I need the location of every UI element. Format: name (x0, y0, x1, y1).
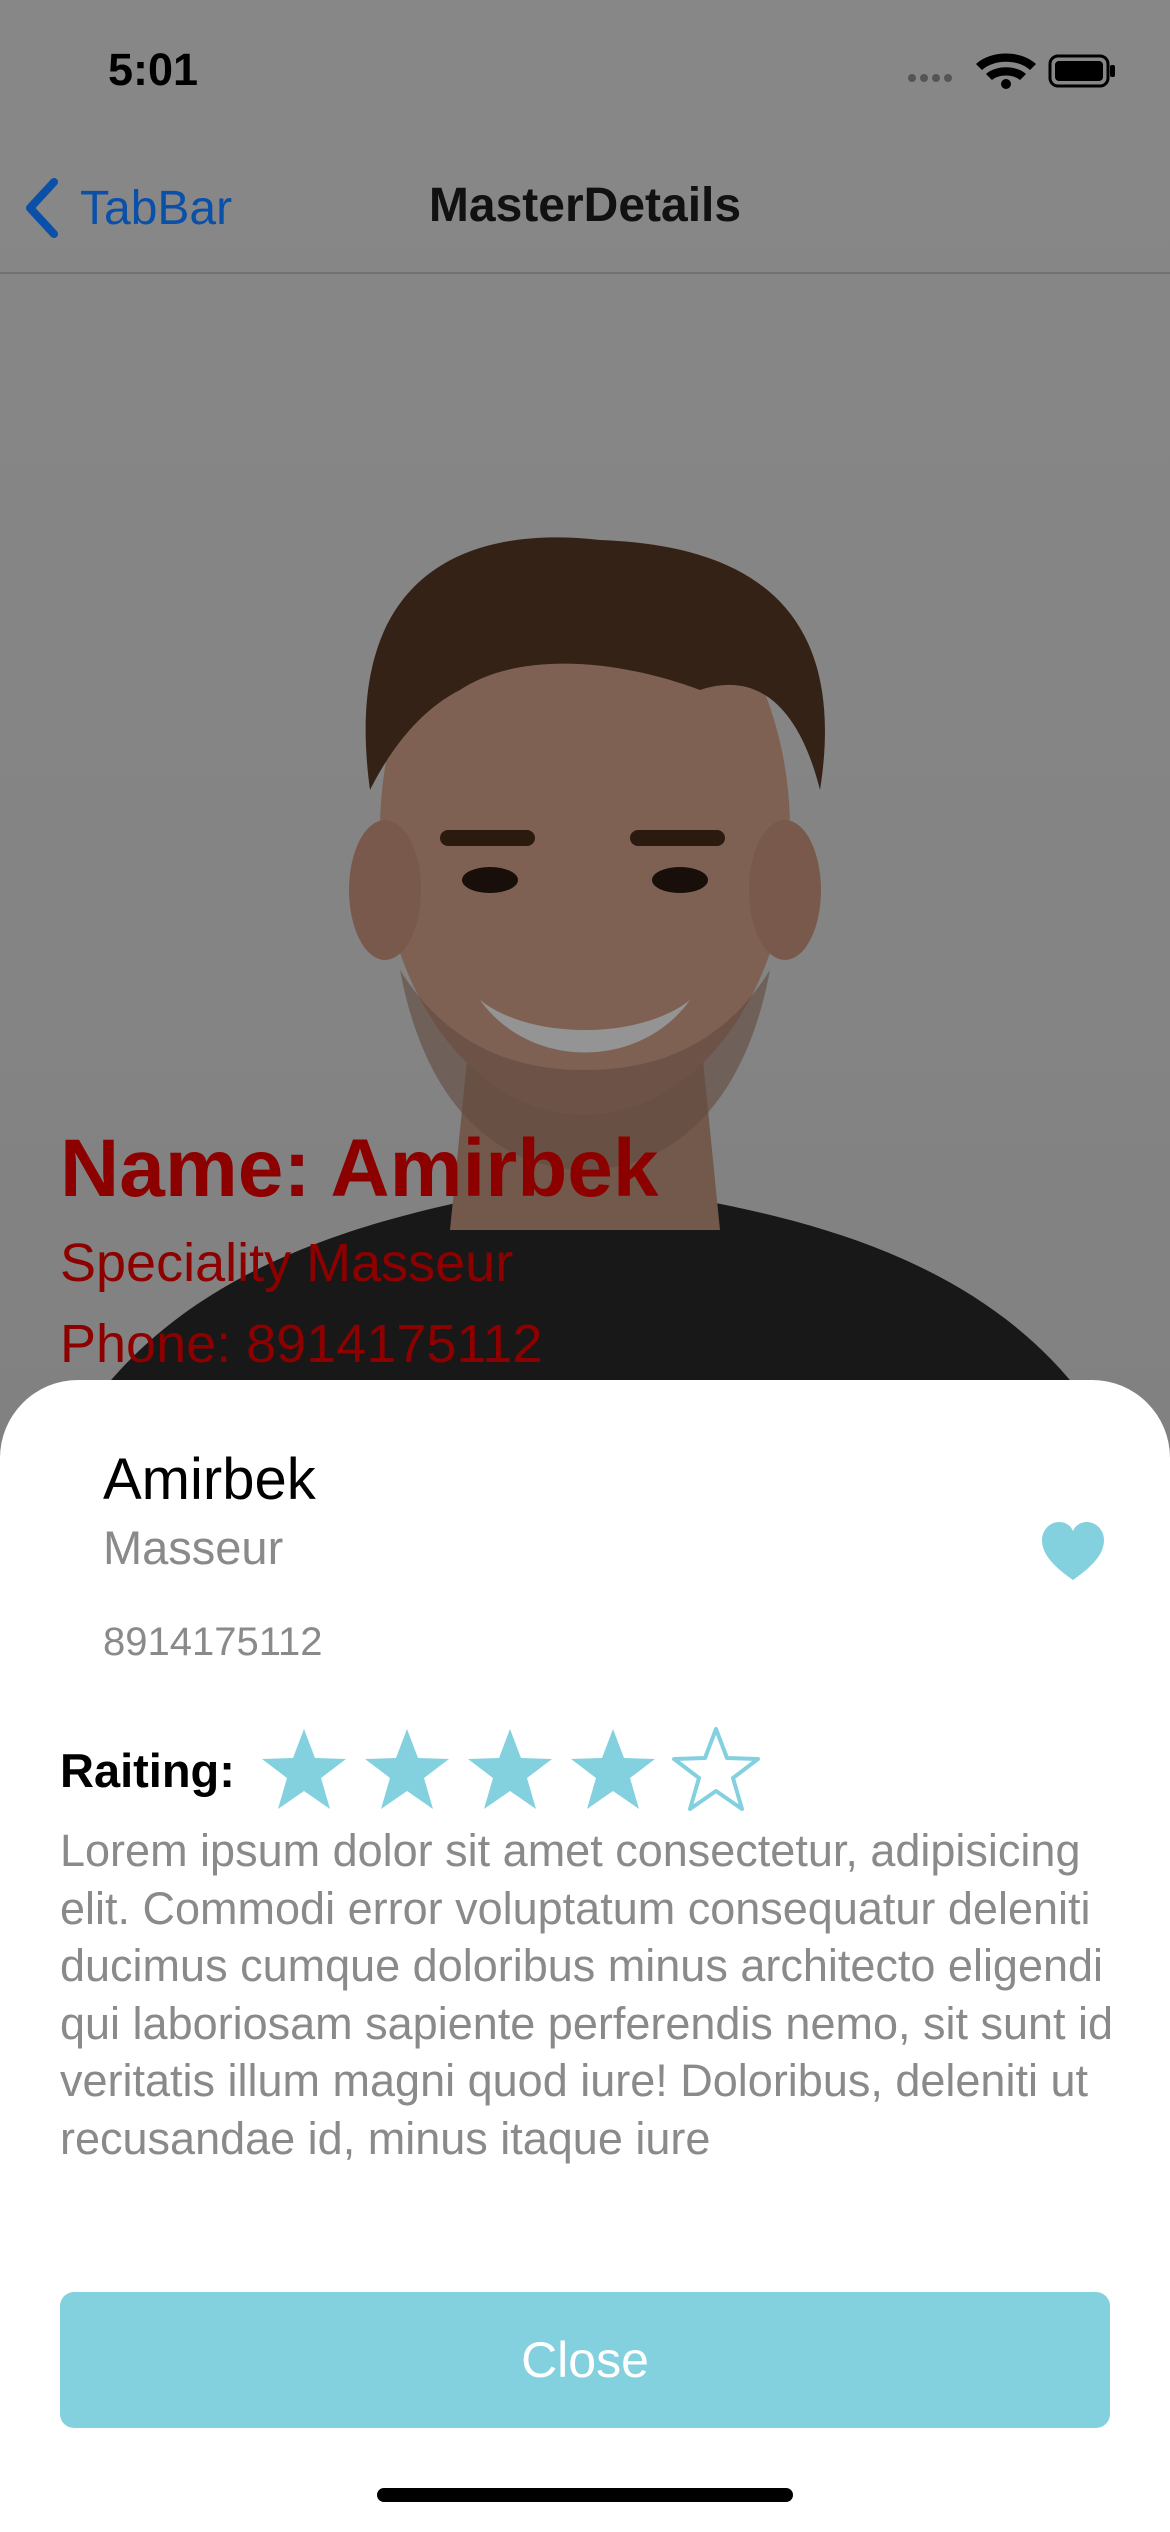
master-phone: 8914175112 (103, 1620, 323, 1664)
overlay-speciality: Speciality Masseur (60, 1233, 514, 1293)
home-indicator (377, 2488, 793, 2502)
star-filled-icon[interactable] (362, 1725, 452, 1815)
master-description: Lorem ipsum dolor sit amet consectetur, … (60, 1825, 1114, 2164)
star-filled-icon[interactable] (568, 1725, 658, 1815)
battery-icon (1048, 54, 1115, 88)
wifi-icon (976, 53, 1036, 89)
detail-sheet: Amirbek Masseur 8914175112 Raiting: Lore… (0, 1380, 1170, 2532)
nav-title: MasterDetails (428, 179, 742, 232)
overlay-name: Name: Amirbek (60, 1123, 659, 1214)
status-time: 5:01 (108, 44, 199, 95)
status-icons (906, 50, 1116, 95)
heart-icon[interactable] (1040, 1520, 1106, 1586)
star-filled-icon[interactable] (259, 1725, 349, 1815)
signal-icon (908, 74, 952, 82)
overlay-phone: Phone: 8914175112 (60, 1314, 543, 1374)
star-empty-icon[interactable] (671, 1725, 761, 1815)
rating-row: Raiting: (60, 1725, 774, 1815)
navigation-bar: TabBar MasterDetails (0, 150, 1170, 274)
close-button[interactable]: Close (60, 2292, 1110, 2428)
rating-label: Raiting: (60, 1743, 235, 1797)
master-name: Amirbek (103, 1447, 316, 1512)
master-speciality: Masseur (103, 1521, 284, 1574)
rating-stars[interactable] (259, 1725, 774, 1815)
star-filled-icon[interactable] (465, 1725, 555, 1815)
